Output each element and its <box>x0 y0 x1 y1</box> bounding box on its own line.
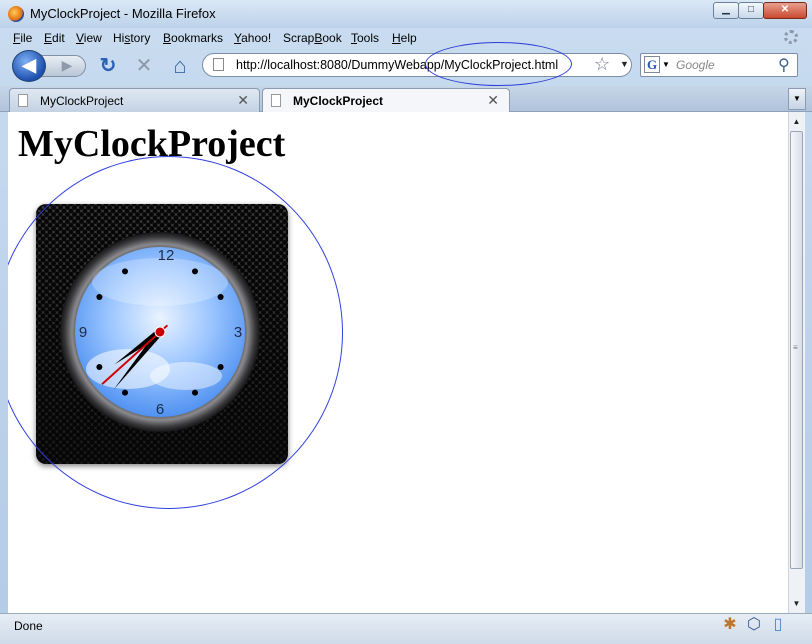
shield-icon[interactable]: ⬡ <box>744 615 764 635</box>
menu-edit[interactable]: Edit <box>44 31 65 45</box>
scroll-up-button[interactable]: ▲ <box>789 113 804 130</box>
window-title: MyClockProject - Mozilla Firefox <box>30 6 216 21</box>
menu-tools[interactable]: Tools <box>351 31 379 45</box>
menu-help[interactable]: Help <box>392 31 417 45</box>
panel-icon[interactable]: ▯ <box>768 615 788 635</box>
numeral-6: 6 <box>156 401 164 418</box>
browser-window: MyClockProject - Mozilla Firefox ▁ □ ✕ F… <box>0 0 812 644</box>
menu-history[interactable]: History <box>113 31 150 45</box>
hour-marker-dot <box>217 364 224 370</box>
page-content: MyClockProject 12 3 6 9 <box>8 112 788 613</box>
addon-icon[interactable]: ✱ <box>720 615 740 635</box>
hour-marker-dot <box>96 294 103 300</box>
forward-button[interactable]: ▶ <box>40 55 86 77</box>
numeral-3: 3 <box>234 324 242 341</box>
scroll-grip-icon: ≡ <box>793 343 798 352</box>
numeral-9: 9 <box>79 324 87 341</box>
search-input[interactable] <box>676 58 776 72</box>
minimize-button[interactable]: ▁ <box>713 2 739 19</box>
hour-marker-dot <box>192 389 198 396</box>
firefox-icon <box>8 6 24 22</box>
tab-list-button[interactable]: ▼ <box>788 88 806 110</box>
clock-face: 12 3 6 9 <box>60 232 260 432</box>
maximize-button[interactable]: □ <box>738 2 764 19</box>
bookmark-star-icon[interactable]: ☆ <box>594 54 610 75</box>
stop-button[interactable]: ✕ <box>132 55 156 77</box>
hour-marker-dot <box>96 364 103 370</box>
tab-page-icon <box>271 94 281 107</box>
google-engine-icon[interactable]: G <box>644 56 660 73</box>
page-title: MyClockProject <box>18 123 286 165</box>
menu-bookmarks[interactable]: Bookmarks <box>163 31 223 45</box>
dial-cloud <box>150 362 222 390</box>
page-icon <box>213 58 224 71</box>
tab-myclockproject-1[interactable]: MyClockProject ✕ <box>9 88 260 112</box>
dial-glare <box>92 258 228 306</box>
tab-myclockproject-2[interactable]: MyClockProject ✕ <box>262 88 510 113</box>
tab-close-icon[interactable]: ✕ <box>237 92 249 109</box>
search-engine-dropdown-icon[interactable]: ▼ <box>662 60 670 69</box>
hour-marker-dot <box>122 389 128 396</box>
clock-center-pin <box>154 326 166 338</box>
url-history-dropdown-icon[interactable]: ▼ <box>620 59 629 69</box>
scroll-down-button[interactable]: ▼ <box>789 595 804 612</box>
tab-close-icon[interactable]: ✕ <box>487 92 499 109</box>
menu-scrapbook[interactable]: ScrapBook <box>283 31 342 45</box>
numeral-12: 12 <box>158 247 175 264</box>
activity-throbber-icon <box>784 30 798 44</box>
menu-view[interactable]: View <box>76 31 102 45</box>
menu-yahoo[interactable]: Yahoo! <box>234 31 271 45</box>
back-button[interactable]: ◀ <box>12 50 46 82</box>
search-icon[interactable]: ⚲ <box>778 55 790 75</box>
tab-label: MyClockProject <box>293 94 384 108</box>
home-button[interactable]: ⌂ <box>168 55 192 77</box>
tab-page-icon <box>18 94 28 107</box>
hour-marker-dot <box>192 268 198 275</box>
url-text[interactable]: http://localhost:8080/DummyWebapp/MyCloc… <box>236 58 558 72</box>
hour-marker-dot <box>122 268 128 275</box>
status-bar <box>0 613 812 644</box>
reload-button[interactable]: ↻ <box>96 55 120 77</box>
hour-marker-dot <box>217 294 224 300</box>
tab-label: MyClockProject <box>40 94 124 108</box>
close-button[interactable]: ✕ <box>763 2 807 19</box>
menu-file[interactable]: File <box>13 31 32 45</box>
status-text: Done <box>14 619 43 633</box>
